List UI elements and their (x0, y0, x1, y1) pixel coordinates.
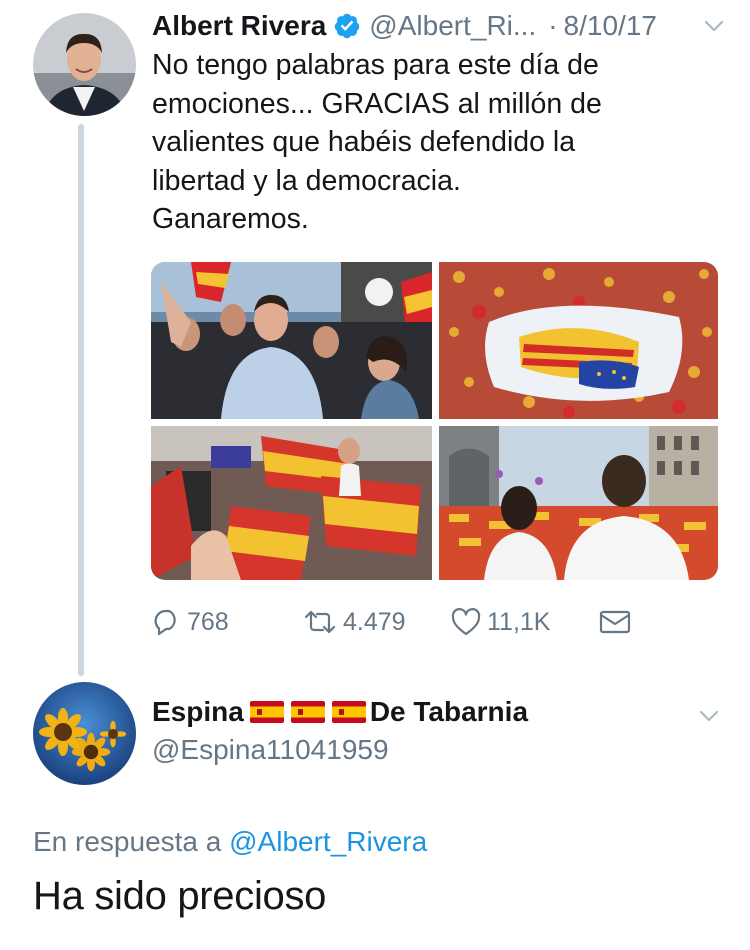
reply-text: Ha sido precioso (33, 874, 327, 918)
tweet-text-line: No tengo palabras para este día de (152, 49, 599, 81)
like-count: 11,1K (487, 607, 551, 636)
author-name[interactable]: Albert Rivera (152, 10, 326, 42)
photo-2[interactable] (439, 262, 718, 419)
separator-dot: · (548, 10, 558, 41)
verified-badge-icon (335, 13, 360, 39)
tweet-text-line: libertad y la democracia. (152, 164, 461, 197)
tweet-header: Albert Rivera @Albert_Ri... · 8/10/17 (152, 8, 727, 44)
tweet-actions: 768 4.479 11,1K (152, 602, 642, 642)
in-reply-to-link[interactable]: @Albert_Rivera (229, 826, 427, 857)
retweet-action[interactable]: 4.479 (302, 602, 406, 642)
reply-author-handle[interactable]: @Espina11041959 (152, 734, 389, 766)
author-avatar[interactable] (33, 13, 136, 116)
tweet-text: No tengo palabras para este día de emoci… (152, 46, 712, 239)
reply-author-name[interactable]: Espina De Tabarnia (152, 696, 528, 728)
like-action[interactable]: 11,1K (450, 602, 550, 642)
in-reply-to: En respuesta a @Albert_Rivera (33, 826, 427, 858)
reply-action[interactable]: 768 (152, 602, 229, 642)
retweet-count: 4.479 (343, 607, 406, 636)
tweet-date[interactable]: 8/10/17 (564, 10, 657, 42)
tweet-text-line: emociones... GRACIAS al millón de (152, 87, 602, 120)
reply-author-name-start: Espina (152, 696, 244, 727)
heart-icon (451, 608, 481, 636)
chevron-down-icon[interactable] (696, 704, 722, 728)
reply-icon (154, 609, 176, 636)
spain-flag-icon (249, 701, 284, 723)
reply-author-name-end: De Tabarnia (369, 696, 529, 727)
media-grid (151, 262, 718, 580)
message-action[interactable] (598, 602, 637, 642)
envelope-icon (599, 610, 631, 634)
author-handle[interactable]: @Albert_Ri... (369, 10, 536, 42)
spain-flag-icon (290, 701, 325, 723)
photo-3[interactable] (151, 426, 432, 580)
chevron-down-icon[interactable] (701, 14, 727, 38)
in-reply-to-label: En respuesta a (33, 826, 222, 857)
reply-author-avatar[interactable] (33, 682, 136, 785)
photo-1[interactable] (151, 262, 432, 419)
tweet-text-line: valientes que habéis defendido la (152, 126, 576, 158)
retweet-icon (304, 610, 336, 634)
tweet-text-line: Ganaremos. (152, 203, 309, 235)
photo-4[interactable] (439, 426, 718, 580)
thread-connector-line (78, 124, 84, 676)
spain-flag-icon (331, 701, 366, 723)
reply-count: 768 (187, 607, 229, 636)
